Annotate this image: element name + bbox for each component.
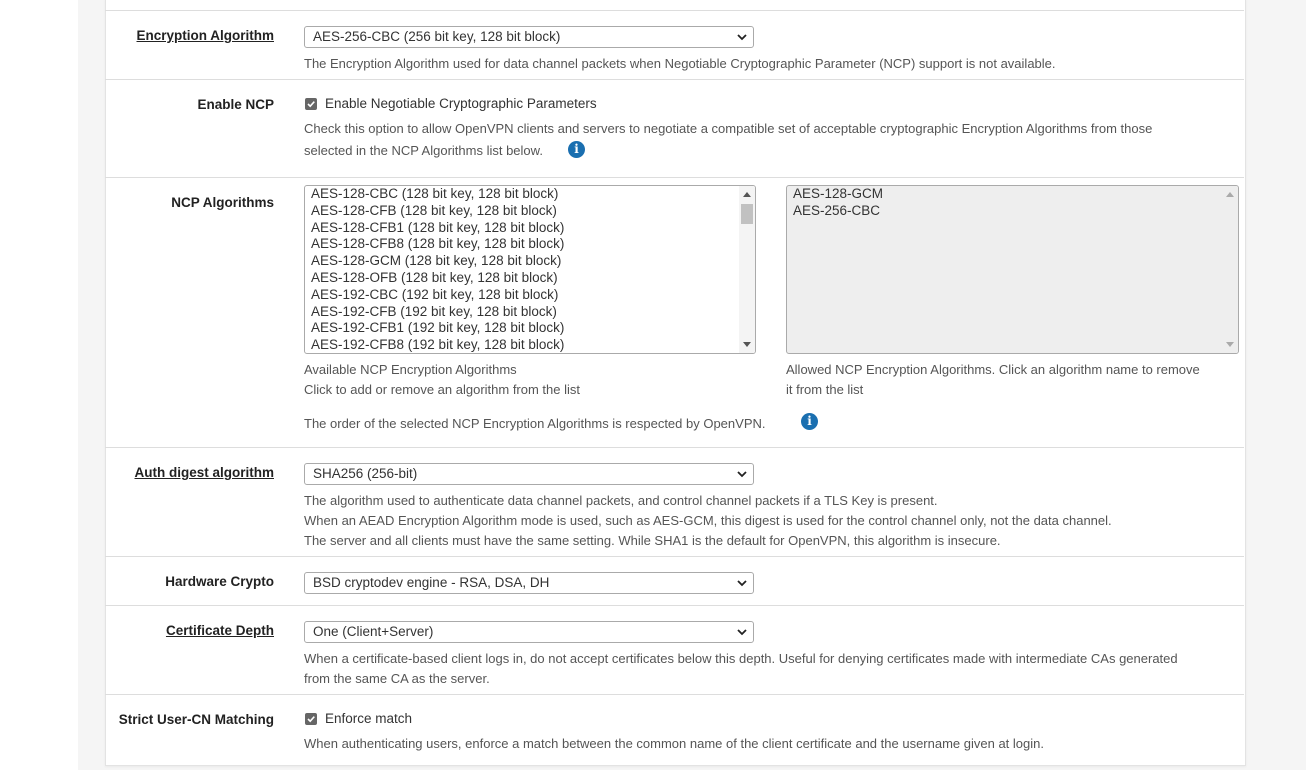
encryption-algorithm-value: AES-256-CBC (256 bit key, 128 bit block) (313, 29, 561, 44)
listbox-option[interactable]: AES-128-GCM (787, 186, 1238, 203)
certificate-depth-help2: from the same CA as the server. (304, 671, 490, 686)
scroll-thumb[interactable] (741, 204, 753, 224)
row-divider (105, 177, 1244, 178)
enable-ncp-help-line1: Check this option to allow OpenVPN clien… (304, 121, 1153, 136)
listbox-option[interactable]: AES-128-CBC (128 bit key, 128 bit block) (305, 186, 755, 203)
listbox-option[interactable]: AES-128-CFB (128 bit key, 128 bit block) (305, 203, 755, 220)
enable-ncp-checkbox[interactable] (305, 98, 317, 110)
scroll-down-arrow-icon[interactable] (743, 342, 751, 347)
row-divider (105, 556, 1244, 557)
row-divider (105, 79, 1244, 80)
auth-digest-help1: The algorithm used to authenticate data … (304, 493, 938, 508)
available-ncp-listbox[interactable]: AES-128-CBC (128 bit key, 128 bit block)… (304, 185, 756, 354)
allowed-ncp-list: AES-128-GCM AES-256-CBC (787, 186, 1238, 220)
enable-ncp-label: Enable NCP (197, 97, 274, 112)
strict-cn-help: When authenticating users, enforce a mat… (304, 736, 1044, 751)
auth-digest-label[interactable]: Auth digest algorithm (104, 465, 275, 480)
listbox-option[interactable]: AES-192-CFB8 (192 bit key, 128 bit block… (305, 337, 755, 353)
chevron-down-icon (737, 34, 747, 41)
checkmark-icon (307, 716, 315, 723)
auth-digest-value: SHA256 (256-bit) (313, 466, 418, 481)
available-ncp-help1: Available NCP Encryption Algorithms (304, 362, 517, 377)
allowed-ncp-help1: Allowed NCP Encryption Algorithms. Click… (786, 362, 1200, 377)
hardware-crypto-select[interactable]: BSD cryptodev engine - RSA, DSA, DH (304, 572, 754, 594)
info-icon[interactable]: i (568, 141, 585, 158)
strict-cn-label: Strict User-CN Matching (118, 712, 274, 727)
ncp-algorithms-label: NCP Algorithms (171, 195, 274, 210)
row-divider (105, 605, 1244, 606)
hardware-crypto-value: BSD cryptodev engine - RSA, DSA, DH (313, 575, 550, 590)
encryption-algorithm-help: The Encryption Algorithm used for data c… (304, 56, 1056, 71)
listbox-option[interactable]: AES-192-CFB1 (192 bit key, 128 bit block… (305, 320, 755, 337)
listbox-option[interactable]: AES-128-OFB (128 bit key, 128 bit block) (305, 270, 755, 287)
scroll-down-arrow-icon (1226, 342, 1234, 347)
listbox-option[interactable]: AES-192-CFB (192 bit key, 128 bit block) (305, 304, 755, 321)
encryption-algorithm-label[interactable]: Encryption Algorithm (104, 28, 275, 43)
auth-digest-select[interactable]: SHA256 (256-bit) (304, 463, 754, 485)
available-ncp-help2: Click to add or remove an algorithm from… (304, 382, 580, 397)
listbox-option[interactable]: AES-128-CFB8 (128 bit key, 128 bit block… (305, 236, 755, 253)
strict-cn-checkbox-label[interactable]: Enforce match (325, 711, 412, 726)
checkmark-icon (307, 101, 315, 108)
certificate-depth-select[interactable]: One (Client+Server) (304, 621, 754, 643)
listbox-scrollbar[interactable] (739, 186, 755, 353)
scroll-up-arrow-icon (1226, 192, 1234, 197)
scroll-up-arrow-icon[interactable] (743, 192, 751, 197)
listbox-option[interactable]: AES-128-GCM (128 bit key, 128 bit block) (305, 253, 755, 270)
allowed-ncp-listbox[interactable]: AES-128-GCM AES-256-CBC (786, 185, 1239, 354)
available-ncp-list: AES-128-CBC (128 bit key, 128 bit block)… (305, 186, 755, 353)
chevron-down-icon (737, 580, 747, 587)
auth-digest-help2: When an AEAD Encryption Algorithm mode i… (304, 513, 1112, 528)
enable-ncp-help-line2: selected in the NCP Algorithms list belo… (304, 143, 543, 158)
certificate-depth-help1: When a certificate-based client logs in,… (304, 651, 1178, 666)
listbox-option[interactable]: AES-128-CFB1 (128 bit key, 128 bit block… (305, 220, 755, 237)
chevron-down-icon (737, 471, 747, 478)
row-divider (105, 10, 1244, 11)
allowed-ncp-help2: it from the list (786, 382, 864, 397)
certificate-depth-label[interactable]: Certificate Depth (104, 623, 274, 638)
chevron-down-icon (737, 629, 747, 636)
listbox-scrollbar (1222, 186, 1238, 353)
hardware-crypto-label: Hardware Crypto (165, 574, 274, 589)
listbox-option[interactable]: AES-256-CBC (787, 203, 1238, 220)
encryption-algorithm-select[interactable]: AES-256-CBC (256 bit key, 128 bit block) (304, 26, 754, 48)
enable-ncp-checkbox-label[interactable]: Enable Negotiable Cryptographic Paramete… (325, 96, 597, 111)
ncp-order-note: The order of the selected NCP Encryption… (304, 416, 766, 431)
row-divider (105, 447, 1244, 448)
certificate-depth-value: One (Client+Server) (313, 624, 434, 639)
info-icon[interactable]: i (801, 413, 818, 430)
auth-digest-help3: The server and all clients must have the… (304, 533, 1001, 548)
listbox-option[interactable]: AES-192-CBC (192 bit key, 128 bit block) (305, 287, 755, 304)
strict-cn-checkbox[interactable] (305, 713, 317, 725)
row-divider (105, 694, 1244, 695)
